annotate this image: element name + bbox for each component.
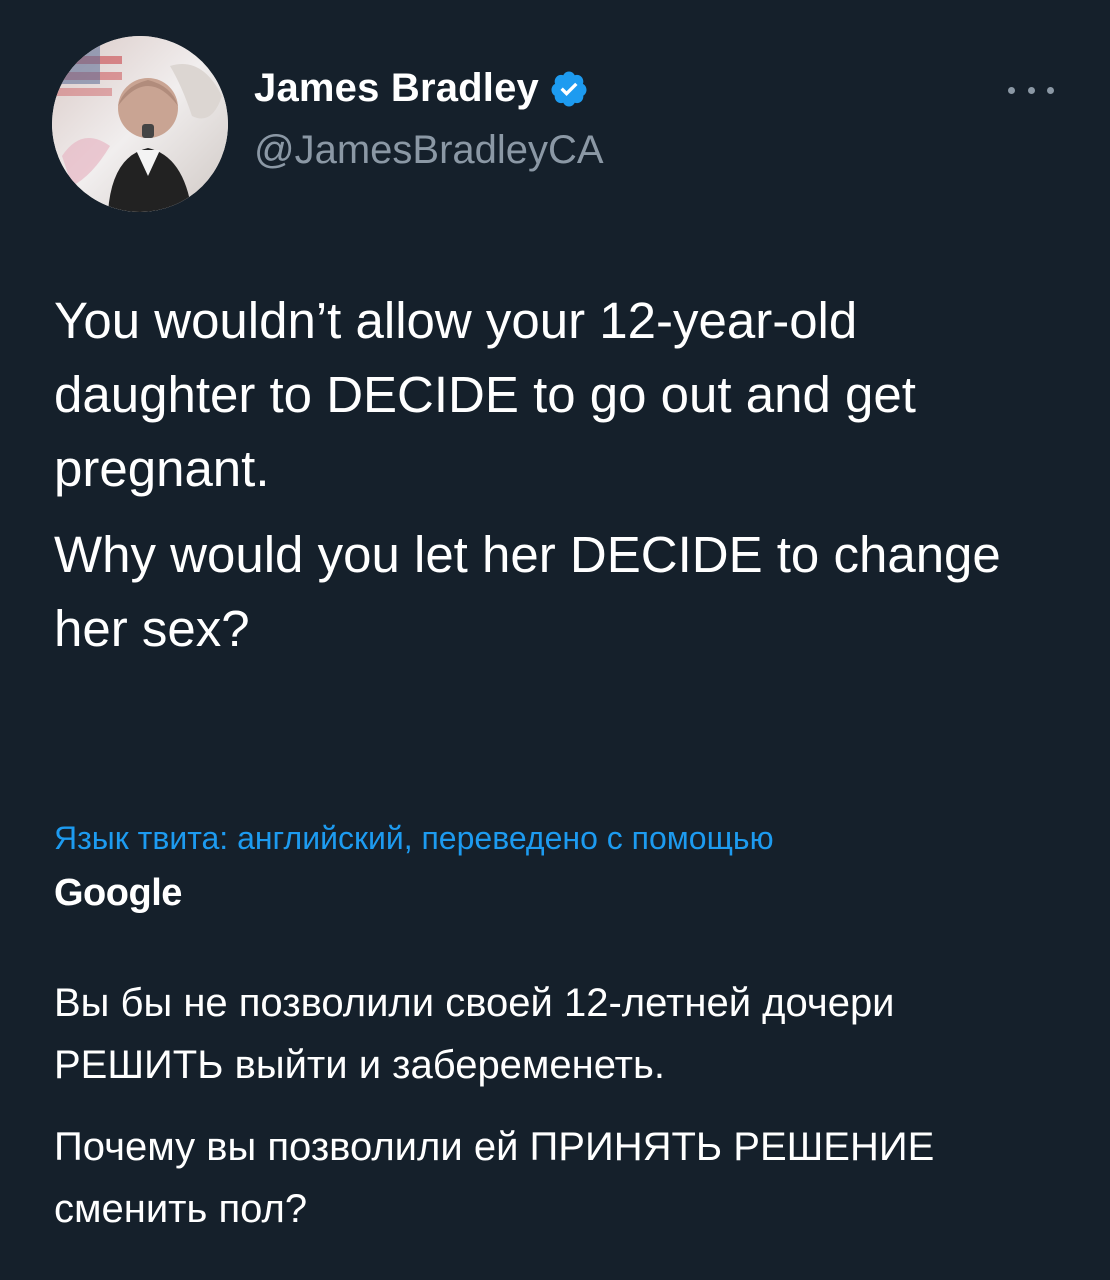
tweet-paragraph: Why would you let her DECIDE to change h… bbox=[54, 526, 1001, 657]
handle[interactable]: @JamesBradleyCA bbox=[254, 128, 604, 173]
tweet-text: You wouldn’t allow your 12-year-old daug… bbox=[54, 284, 1064, 666]
name-row: James Bradley bbox=[254, 66, 589, 111]
more-dot bbox=[1047, 86, 1054, 94]
more-dot bbox=[1027, 86, 1035, 94]
tweet: James Bradley @JamesBradleyCA You wouldn… bbox=[0, 0, 1110, 1280]
translation-note-link[interactable]: Язык твита: английский, переведено с пом… bbox=[54, 820, 1054, 857]
avatar-image bbox=[52, 36, 228, 212]
more-options-icon[interactable] bbox=[1008, 78, 1054, 102]
display-name[interactable]: James Bradley bbox=[254, 66, 539, 111]
verified-badge-icon bbox=[549, 69, 589, 109]
translated-paragraph: Вы бы не позволили своей 12-летней дочер… bbox=[54, 981, 895, 1087]
tweet-paragraph: You wouldn’t allow your 12-year-old daug… bbox=[54, 292, 916, 497]
more-dot bbox=[1008, 86, 1015, 94]
translated-text: Вы бы не позволили своей 12-летней дочер… bbox=[54, 972, 1064, 1240]
translation-provider-logo: Google bbox=[54, 872, 182, 914]
avatar[interactable] bbox=[52, 36, 228, 212]
translated-paragraph: Почему вы позволили ей ПРИНЯТЬ РЕШЕНИЕ с… bbox=[54, 1125, 935, 1231]
